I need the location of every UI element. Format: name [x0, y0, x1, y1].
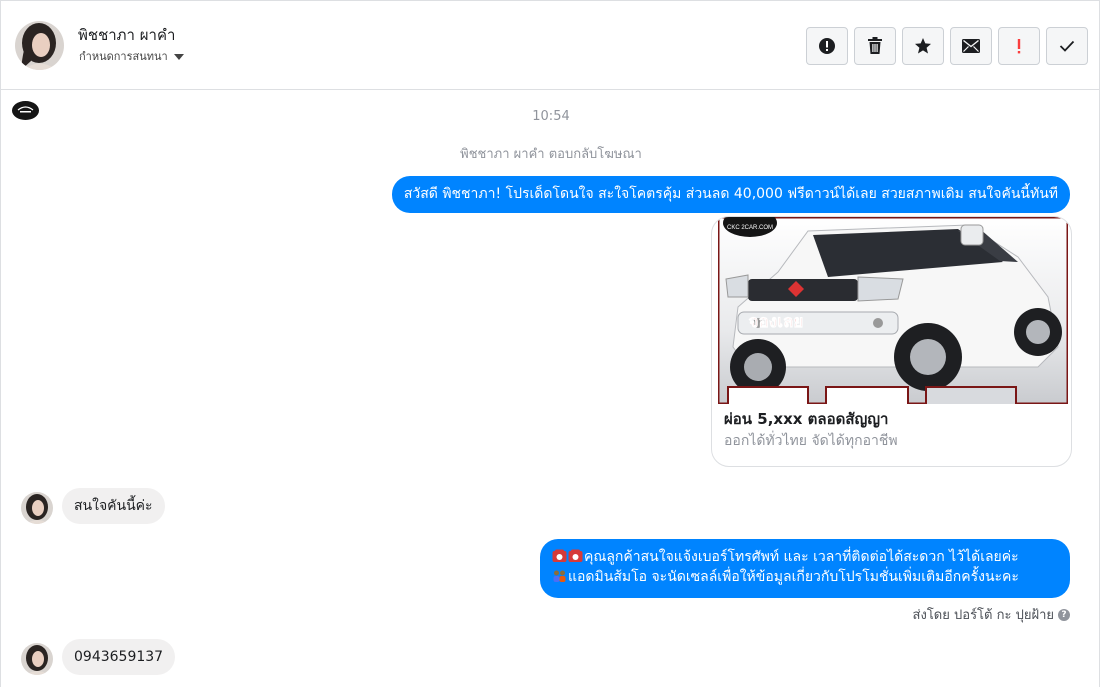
exclamation-circle-icon — [819, 38, 835, 54]
message-timestamp: 10:54 — [532, 109, 570, 124]
outgoing-message[interactable]: คุณลูกค้าสนใจแจ้งเบอร์โทรศัพท์ และ เวลาท… — [540, 539, 1070, 598]
people-icon — [553, 570, 566, 582]
conversation-header: พิชชาภา ผาคำ กำหนดการสนทนา — [1, 0, 1100, 90]
contact-avatar-small[interactable] — [21, 643, 53, 675]
conversation-settings-dropdown[interactable]: กำหนดการสนทนา — [79, 47, 184, 65]
exclamation-icon — [1017, 39, 1021, 54]
telephone-icon — [568, 549, 583, 562]
help-icon[interactable]: ? — [1058, 608, 1070, 621]
ad-card[interactable]: CKC 2CAR.COM จองเลย ผ่อน 5,xxx ตลอดสัญญา… — [711, 216, 1072, 467]
caret-down-icon — [173, 53, 184, 60]
message-line-2-text: แอดมินส้มโอ จะนัดเซลล์เพื่อให้ข้อมูลเกี่… — [568, 569, 1019, 585]
mark-spam-button[interactable] — [806, 27, 848, 65]
ad-card-title: ผ่อน 5,xxx ตลอดสัญญา — [724, 410, 889, 428]
sent-by-text: ส่งโดย ปอร์โต้ กะ ปุยฝ้าย — [912, 608, 1054, 623]
delete-button[interactable] — [854, 27, 896, 65]
contact-avatar[interactable] — [15, 21, 64, 70]
star-icon — [915, 38, 931, 54]
checkmark-icon — [1059, 40, 1075, 52]
ad-image-badge-text: จองเลย — [749, 312, 804, 332]
envelope-icon — [962, 39, 980, 53]
contact-name[interactable]: พิชชาภา ผาคำ — [78, 23, 175, 47]
sent-by-label: ส่งโดย ปอร์โต้ กะ ปุยฝ้าย ? — [913, 604, 1070, 625]
trash-icon — [868, 37, 882, 54]
star-button[interactable] — [902, 27, 944, 65]
mark-unread-button[interactable] — [950, 27, 992, 65]
ad-car-image: CKC 2CAR.COM จองเลย — [718, 217, 1068, 404]
incoming-message[interactable]: สนใจคันนี้ค่ะ — [62, 488, 165, 524]
inbox-conversation-pane: พิชชาภา ผาคำ กำหนดการสนทนา 10:54 พิชชาภา… — [0, 0, 1100, 687]
telephone-icon — [552, 549, 567, 562]
contact-avatar-small[interactable] — [21, 492, 53, 524]
ad-card-subtitle: ออกได้ทั่วไทย จัดได้ทุกอาชีพ — [724, 433, 898, 449]
ad-reply-note: พิชชาภา ผาคำ ตอบกลับโฆษณา — [460, 147, 642, 162]
outgoing-message[interactable]: สวัสดี พิชชาภา! โปรเด็ดโดนใจ สะใจโคตรคุ้… — [391, 176, 1070, 213]
follow-up-button[interactable] — [998, 27, 1040, 65]
conversation-settings-label: กำหนดการสนทนา — [79, 50, 168, 63]
message-line-1-text: คุณลูกค้าสนใจแจ้งเบอร์โทรศัพท์ และ เวลาท… — [584, 549, 1019, 565]
message-line-1: คุณลูกค้าสนใจแจ้งเบอร์โทรศัพท์ และ เวลาท… — [552, 547, 1058, 567]
ad-image-logo-text: CKC 2CAR.COM — [727, 225, 773, 231]
incoming-message[interactable]: 0943659137 — [62, 639, 176, 675]
mark-done-button[interactable] — [1046, 27, 1088, 65]
message-line-2: แอดมินส้มโอ จะนัดเซลล์เพื่อให้ข้อมูลเกี่… — [552, 567, 1058, 587]
